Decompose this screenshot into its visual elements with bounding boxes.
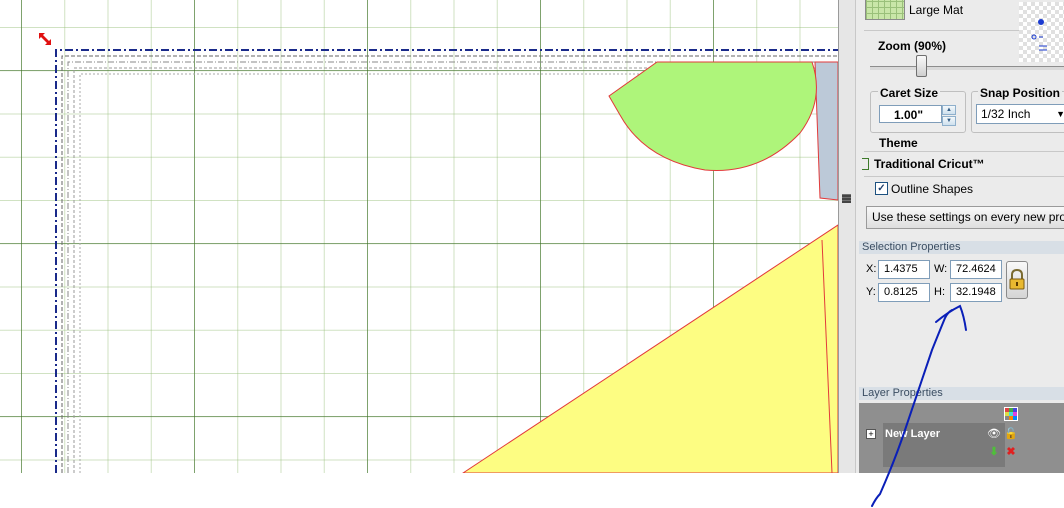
x-label: X: [866, 263, 877, 275]
selection-properties-header: Selection Properties [859, 241, 1064, 254]
panel-splitter[interactable]: ▬ ▬ ▬ [838, 0, 856, 473]
h-input[interactable]: 32.1948 [950, 283, 1002, 302]
green-semicircle-shape[interactable] [608, 61, 817, 172]
y-input[interactable]: 0.8125 [878, 283, 930, 302]
mat-thumbnail[interactable] [865, 0, 905, 20]
caret-size-label: Caret Size [878, 86, 941, 100]
spin-down-icon[interactable]: ▼ [942, 116, 956, 126]
separator [864, 176, 1064, 177]
outline-shapes-checkbox[interactable]: ✓ [875, 182, 888, 195]
spin-up-icon[interactable]: ▲ [942, 105, 956, 115]
zoom-slider-thumb[interactable] [916, 55, 927, 77]
zoom-label: Zoom (90%) [878, 39, 947, 53]
outline-shapes-label: Outline Shapes [891, 182, 974, 196]
theme-selector[interactable]: Traditional Cricut™ [862, 153, 1064, 175]
design-canvas[interactable] [0, 0, 838, 473]
yellow-triangle-shape[interactable] [462, 224, 838, 473]
layer-lock-icon[interactable]: 🔓 [1004, 427, 1018, 441]
snap-position-value: 1/32 Inch [981, 107, 1031, 121]
padlock-icon [1009, 268, 1025, 290]
resize-arrow-icon[interactable] [37, 31, 53, 47]
mat-label: Large Mat [909, 3, 964, 17]
caret-size-spinner[interactable]: ▲ ▼ [942, 105, 956, 126]
snap-position-label: Snap Position [978, 86, 1063, 100]
snap-position-select[interactable]: 1/32 Inch ▼ [976, 104, 1064, 124]
theme-label: Theme [879, 136, 918, 150]
x-input[interactable]: 1.4375 [878, 260, 930, 279]
chevron-down-icon[interactable]: ▼ [1056, 105, 1064, 123]
settings-panel: Large Mat Zoom (90%) Caret Size 1.00" ▲ … [856, 0, 1064, 473]
splitter-grip-icon[interactable]: ▬ ▬ ▬ [842, 190, 852, 205]
grey-shape[interactable] [814, 61, 838, 201]
w-label: W: [934, 263, 948, 275]
layer-properties-header: Layer Properties [859, 387, 1064, 400]
theme-color-icon [862, 158, 869, 170]
down-arrow-icon[interactable]: ⬇ [987, 445, 1001, 459]
caret-size-input[interactable]: 1.00" [879, 105, 942, 123]
h-label: H: [934, 286, 945, 298]
separator [864, 151, 1064, 152]
use-settings-button[interactable]: Use these settings on every new project [866, 206, 1064, 229]
layer-row[interactable]: + New Layer 👁 🔓 ⬇ ✖ [859, 403, 1064, 473]
theme-value: Traditional Cricut™ [874, 157, 985, 171]
eye-icon[interactable]: 👁 [987, 427, 1001, 441]
expand-icon[interactable]: + [866, 429, 876, 439]
layer-preview [1019, 2, 1064, 62]
w-input[interactable]: 72.4624 [950, 260, 1002, 279]
canvas-drawing[interactable] [0, 0, 838, 473]
zoom-slider-track[interactable] [870, 66, 1064, 70]
grid-icon[interactable] [1004, 407, 1018, 421]
y-label: Y: [866, 286, 876, 298]
proportion-lock-button[interactable] [1006, 261, 1028, 299]
delete-x-icon[interactable]: ✖ [1004, 445, 1018, 459]
